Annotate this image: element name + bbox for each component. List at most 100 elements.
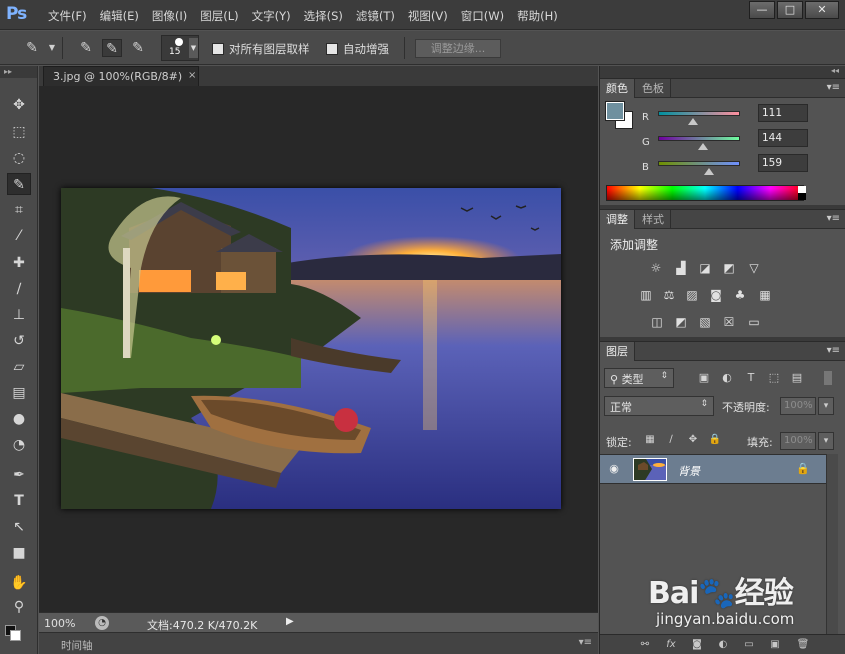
exposure-icon[interactable]: ◩ (721, 261, 737, 275)
blue-slider-thumb[interactable] (704, 168, 714, 175)
blur-tool-icon[interactable]: ● (7, 408, 31, 430)
sample-all-layers-option[interactable]: 对所有图层取样 (212, 41, 310, 57)
gradient-map-icon[interactable]: ▭ (746, 315, 762, 329)
type-filter-icon[interactable]: T (744, 371, 758, 385)
menu-image[interactable]: 图像(I) (152, 8, 187, 24)
close-tab-icon[interactable]: × (188, 70, 196, 81)
document-tab[interactable]: 3.jpg @ 100%(RGB/8#) × (43, 66, 199, 86)
background-color-swatch[interactable] (10, 630, 21, 641)
color-panel-menu-icon[interactable]: ▾≡ (827, 82, 840, 93)
foreground-color-swatch[interactable] (605, 101, 625, 121)
menu-view[interactable]: 视图(V) (408, 8, 448, 24)
tab-adjustments[interactable]: 调整 (600, 210, 635, 229)
add-to-selection-brush-icon[interactable]: ✎ (102, 39, 122, 57)
levels-icon[interactable]: ▟ (673, 261, 689, 275)
blend-mode-dropdown[interactable]: 正常 ⇕ (604, 396, 714, 416)
menu-filter[interactable]: 滤镜(T) (356, 8, 395, 24)
tab-styles[interactable]: 样式 (636, 210, 671, 229)
color-balance-icon[interactable]: ⚖ (661, 288, 677, 302)
marquee-tool-icon[interactable]: ⬚ (7, 121, 31, 143)
green-value-input[interactable]: 144 (758, 129, 808, 147)
gradient-tool-icon[interactable]: ▤ (7, 382, 31, 404)
smart-object-filter-icon[interactable]: ▤ (790, 371, 804, 385)
canvas-image[interactable] (61, 188, 561, 509)
hue-saturation-icon[interactable]: ▥ (638, 288, 654, 302)
subtract-from-selection-brush-icon[interactable]: ✎ (128, 39, 148, 57)
dodge-tool-icon[interactable]: ◔ (7, 434, 31, 456)
eyedropper-tool-icon[interactable]: ⁄ (7, 225, 31, 247)
curves-icon[interactable]: ◪ (697, 261, 713, 275)
black-white-swatch[interactable] (798, 186, 806, 200)
layer-lock-icon[interactable]: 🔒 (796, 462, 810, 475)
blue-slider[interactable] (658, 161, 740, 166)
menu-layer[interactable]: 图层(L) (200, 8, 238, 24)
healing-brush-tool-icon[interactable]: ✚ (7, 252, 31, 274)
adjustments-panel-menu-icon[interactable]: ▾≡ (827, 213, 840, 224)
layers-panel-menu-icon[interactable]: ▾≡ (827, 345, 840, 356)
timeline-tab[interactable]: 时间轴 (61, 638, 93, 653)
lock-position-icon[interactable]: ✥ (686, 433, 700, 447)
close-button[interactable]: ✕ (805, 1, 839, 19)
posterize-icon[interactable]: ◩ (673, 315, 689, 329)
crop-tool-icon[interactable]: ⌗ (7, 199, 31, 221)
quick-selection-preset-icon[interactable]: ✎ (22, 39, 42, 57)
selective-color-icon[interactable]: ☒ (721, 315, 737, 329)
tab-swatches[interactable]: 色板 (636, 79, 671, 98)
quick-selection-tool-icon[interactable]: ✎ (7, 173, 31, 195)
menu-edit[interactable]: 编辑(E) (100, 8, 139, 24)
red-slider[interactable] (658, 111, 740, 116)
photo-filter-icon[interactable]: ◙ (708, 288, 724, 302)
lock-all-icon[interactable]: 🔒 (708, 433, 722, 447)
type-tool-icon[interactable]: T (7, 490, 31, 512)
sample-all-layers-checkbox[interactable] (212, 43, 224, 55)
clone-stamp-tool-icon[interactable]: ⊥ (7, 304, 31, 326)
opacity-input[interactable]: 100% (780, 397, 816, 415)
toolbar-collapse-icon[interactable]: ▸▸ (0, 66, 37, 78)
menu-select[interactable]: 选择(S) (304, 8, 343, 24)
eye-icon[interactable]: ◉ (606, 463, 622, 475)
eraser-tool-icon[interactable]: ▱ (7, 356, 31, 378)
brush-dropdown-icon[interactable]: ▼ (189, 38, 198, 58)
pen-tool-icon[interactable]: ✒ (7, 464, 31, 486)
invert-icon[interactable]: ◫ (649, 315, 665, 329)
move-tool-icon[interactable]: ✥ (7, 94, 31, 116)
green-slider-thumb[interactable] (698, 143, 708, 150)
minimize-button[interactable]: — (749, 1, 775, 19)
adjustment-filter-icon[interactable]: ◐ (720, 371, 734, 385)
fill-dropdown-icon[interactable]: ▾ (818, 432, 834, 450)
tab-color[interactable]: 颜色 (600, 79, 635, 98)
brightness-contrast-icon[interactable]: ☼ (648, 261, 664, 275)
black-white-icon[interactable]: ▨ (684, 288, 700, 302)
vibrance-icon[interactable]: ▽ (746, 261, 762, 275)
auto-enhance-checkbox[interactable] (326, 43, 338, 55)
pixel-filter-icon[interactable]: ▣ (697, 371, 711, 385)
threshold-icon[interactable]: ▧ (697, 315, 713, 329)
panels-collapse-icon[interactable]: ◂◂ (600, 66, 845, 76)
menu-help[interactable]: 帮助(H) (517, 8, 558, 24)
channel-mixer-icon[interactable]: ♣ (732, 288, 748, 302)
shape-filter-icon[interactable]: ⬚ (767, 371, 781, 385)
fill-input[interactable]: 100% (780, 432, 816, 450)
status-info-icon[interactable]: ◔ (95, 616, 109, 630)
brush-tool-icon[interactable]: ∕ (7, 278, 31, 300)
zoom-level[interactable]: 100% (44, 617, 75, 630)
layer-filter-dropdown[interactable]: ⚲ 类型 ⇕ (604, 368, 674, 388)
lock-image-pixels-icon[interactable]: ∕ (664, 433, 678, 447)
layer-name[interactable]: 背景 (678, 463, 700, 479)
blue-value-input[interactable]: 159 (758, 154, 808, 172)
timeline-menu-icon[interactable]: ▾≡ (579, 637, 592, 648)
new-selection-brush-icon[interactable]: ✎ (76, 39, 96, 57)
auto-enhance-option[interactable]: 自动增强 (326, 41, 389, 57)
red-slider-thumb[interactable] (688, 118, 698, 125)
zoom-tool-icon[interactable]: ⚲ (7, 596, 31, 618)
lock-transparent-pixels-icon[interactable]: ▦ (643, 433, 657, 447)
menu-type[interactable]: 文字(Y) (252, 8, 291, 24)
history-brush-tool-icon[interactable]: ↺ (7, 330, 31, 352)
rectangle-tool-icon[interactable]: ■ (7, 542, 31, 564)
tab-layers[interactable]: 图层 (600, 342, 635, 361)
hand-tool-icon[interactable]: ✋ (7, 572, 31, 594)
layer-row-background[interactable]: ◉ 背景 🔒 (600, 454, 826, 484)
opacity-dropdown-icon[interactable]: ▾ (818, 397, 834, 415)
lasso-tool-icon[interactable]: ◌ (7, 147, 31, 169)
menu-file[interactable]: 文件(F) (48, 8, 87, 24)
